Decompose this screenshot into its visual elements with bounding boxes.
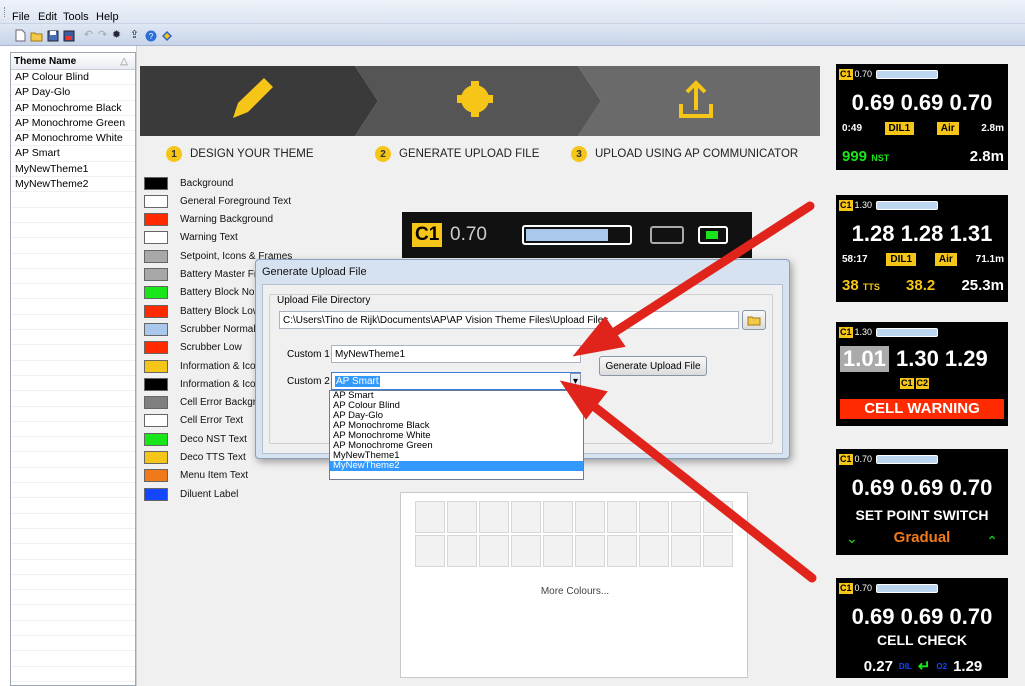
annotation-arrows <box>559 201 817 583</box>
